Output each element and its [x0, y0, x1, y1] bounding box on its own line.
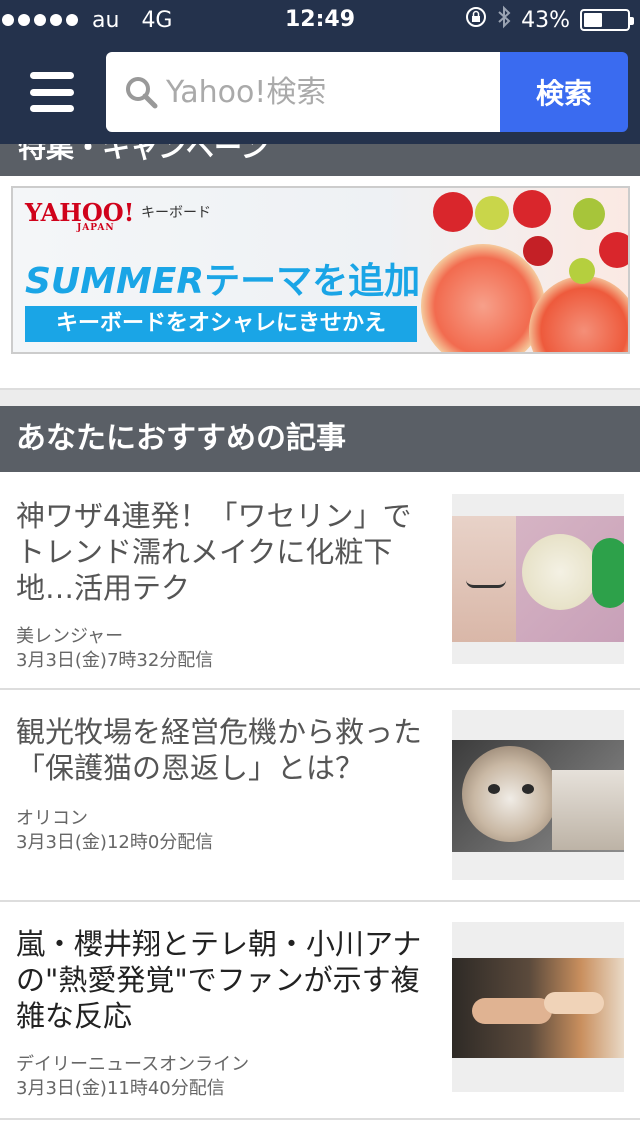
search-input[interactable]	[166, 74, 496, 110]
article-title[interactable]: 嵐・櫻井翔とテレ朝・小川アナの"熱愛発覚"でファンが示す複雑な反応	[16, 926, 436, 1034]
article-thumbnail[interactable]	[452, 922, 624, 1092]
bluetooth-icon	[497, 5, 511, 35]
article-item[interactable]: 神ワザ4連発！「ワセリン」でトレンド濡れメイクに化粧下地…活用テク 美レンジャー…	[0, 474, 640, 690]
article-source: 美レンジャー	[16, 626, 124, 647]
article-date: 3月3日(金)11時40分配信	[16, 1078, 225, 1099]
banner-tagline: キーボードをオシャレにきせかえ	[25, 306, 417, 342]
article-source: オリコン	[16, 808, 88, 829]
article-title[interactable]: 観光牧場を経営危機から救った「保護猫の恩返し」とは？	[16, 714, 436, 786]
banner-headline: SUMMERテーマを追加	[25, 261, 421, 302]
keyboard-label: キーボード	[141, 205, 211, 221]
header-bar: 検索	[0, 40, 640, 144]
recommend-section-header: あなたにおすすめの記事	[0, 406, 640, 472]
article-thumbnail[interactable]	[452, 494, 624, 664]
section-divider	[0, 390, 640, 406]
article-source: デイリーニュースオンライン	[16, 1054, 250, 1075]
search-button[interactable]: 検索	[500, 52, 628, 132]
yahoo-japan-logo: YAHOO! JAPAN	[25, 198, 135, 233]
article-date: 3月3日(金)12時0分配信	[16, 832, 214, 853]
article-title[interactable]: 神ワザ4連発！「ワセリン」でトレンド濡れメイクに化粧下地…活用テク	[16, 498, 436, 606]
article-item[interactable]: 嵐・櫻井翔とテレ朝・小川アナの"熱愛発覚"でファンが示す複雑な反応 デイリーニュ…	[0, 902, 640, 1120]
campaign-section-title: 特集・キャンペーン	[18, 144, 269, 164]
banner-container: YAHOO! JAPAN キーボード SUMMERテーマを追加 キーボードをオシ…	[0, 176, 640, 390]
article-thumbnail[interactable]	[452, 710, 624, 880]
article-item[interactable]: 観光牧場を経営危機から救った「保護猫の恩返し」とは？ オリコン 3月3日(金)1…	[0, 690, 640, 902]
battery-percent: 43%	[521, 7, 570, 33]
search-icon	[126, 77, 158, 109]
search-box[interactable]	[106, 52, 500, 132]
article-date: 3月3日(金)7時32分配信	[16, 650, 214, 671]
keyboard-ad-banner[interactable]: YAHOO! JAPAN キーボード SUMMERテーマを追加 キーボードをオシ…	[11, 186, 630, 354]
orientation-lock-icon	[465, 6, 487, 34]
menu-icon[interactable]	[30, 70, 74, 114]
battery-icon	[580, 9, 634, 31]
status-bar: au 4G 12:49 43%	[0, 0, 640, 40]
campaign-section-header: 特集・キャンペーン	[0, 144, 640, 176]
